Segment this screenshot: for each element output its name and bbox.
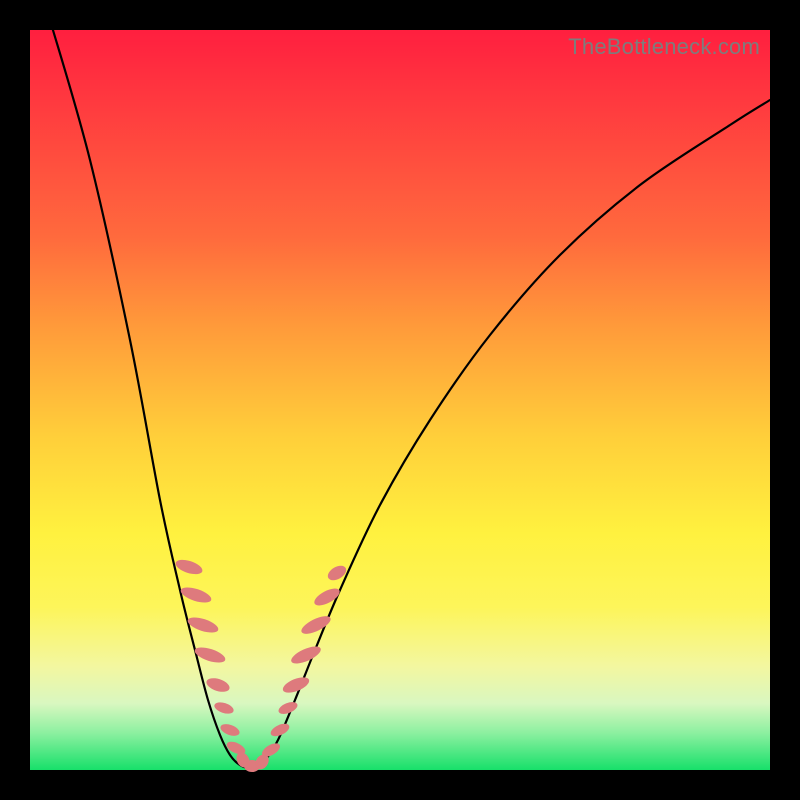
plot-area: TheBottleneck.com [30, 30, 770, 770]
bead-marker [205, 676, 232, 695]
bead-marker [281, 674, 311, 696]
bead-marker [213, 700, 235, 716]
bead-marker [277, 700, 299, 717]
chart-frame: TheBottleneck.com [0, 0, 800, 800]
bead-marker [174, 557, 204, 577]
bead-group [174, 557, 349, 772]
bead-marker [289, 643, 323, 667]
curve-layer [30, 30, 770, 770]
bead-marker [219, 722, 241, 738]
bottleneck-curve [50, 20, 770, 768]
